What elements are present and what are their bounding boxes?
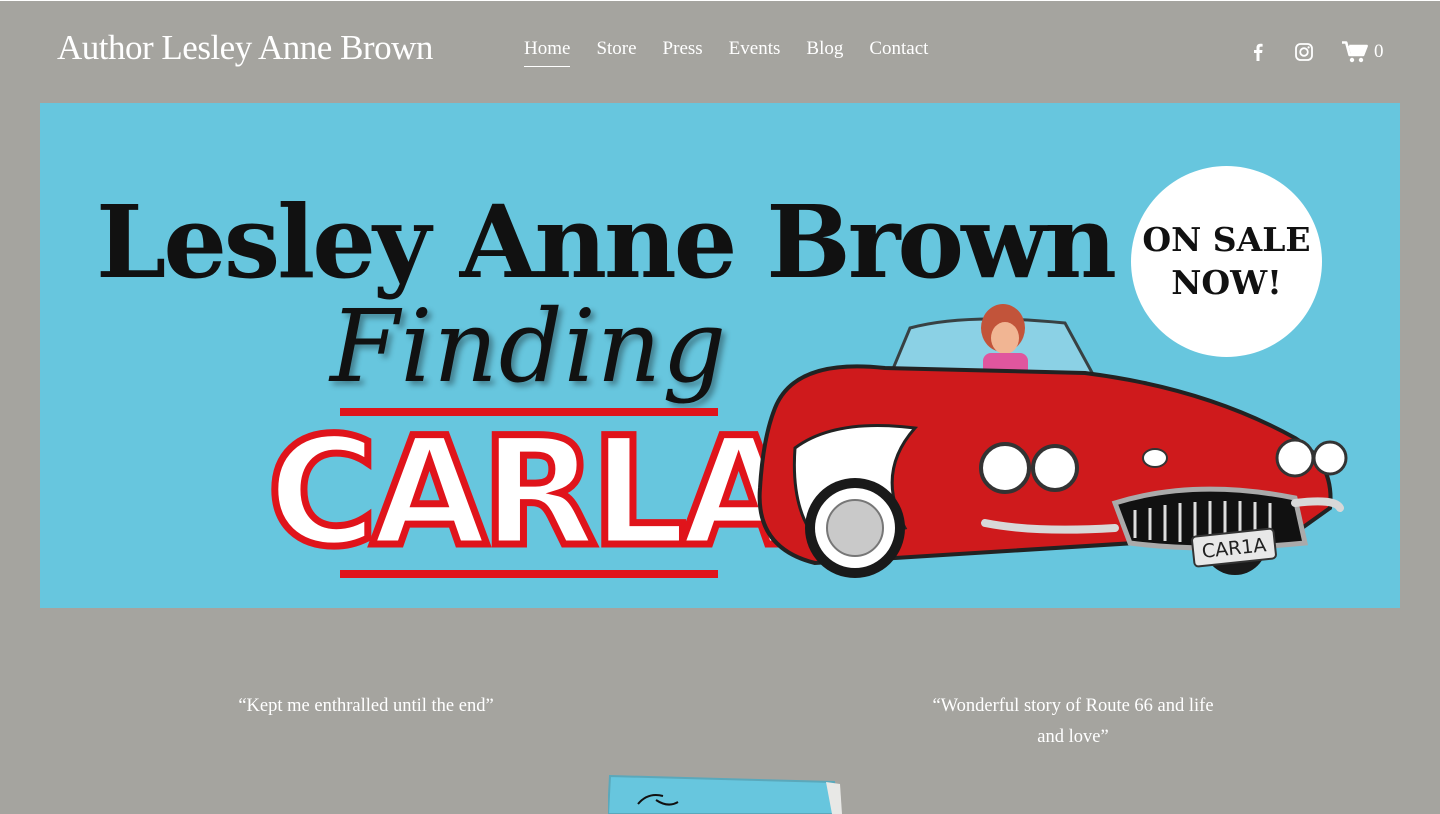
nav-blog[interactable]: Blog [806, 38, 843, 67]
cart-icon [1342, 41, 1368, 63]
review-quote-left: “Kept me enthralled until the end” [238, 696, 494, 716]
instagram-link[interactable] [1293, 38, 1315, 66]
cart-count: 0 [1374, 41, 1384, 62]
hero-title-box: CARLA [264, 408, 800, 578]
red-convertible-car-illustration: CAR1A [757, 304, 1348, 578]
on-sale-text: ON SALE NOW! [1142, 220, 1311, 302]
book-cover-image[interactable] [608, 774, 842, 814]
nav-store[interactable]: Store [596, 38, 636, 67]
review-quote-right: “Wonderful story of Route 66 and life an… [932, 696, 1214, 747]
hero-author-name: Lesley Anne Brown [96, 183, 1117, 301]
nav-press[interactable]: Press [663, 38, 703, 67]
nav-home[interactable]: Home [524, 38, 571, 67]
cart-button[interactable]: 0 [1342, 38, 1384, 66]
nav-events[interactable]: Events [729, 38, 781, 67]
facebook-icon [1254, 43, 1263, 61]
hero-banner[interactable]: Lesley Anne Brown Finding CARLA ON SALE … [40, 103, 1400, 608]
site-title[interactable]: Author Lesley Anne Brown [57, 28, 433, 68]
nav-contact[interactable]: Contact [869, 38, 928, 67]
hero-title-main: CARLA [264, 406, 800, 580]
site-header: Author Lesley Anne Brown Home Store Pres… [0, 0, 1440, 103]
facebook-link[interactable] [1248, 38, 1268, 66]
main-nav: Home Store Press Events Blog Contact [524, 38, 954, 67]
instagram-icon [1295, 43, 1313, 61]
hero-title-script: Finding [330, 288, 728, 405]
